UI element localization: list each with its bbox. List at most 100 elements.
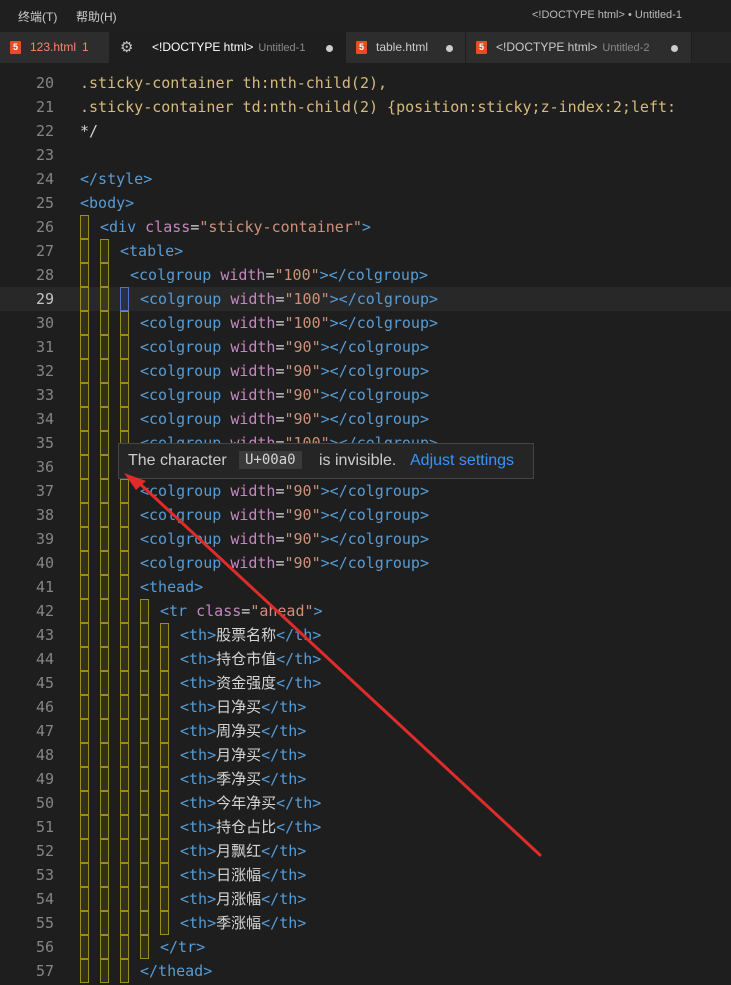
- indent-guide: [80, 719, 89, 743]
- code-line[interactable]: 39 <colgroup width="90"></colgroup>: [0, 527, 731, 551]
- code-line[interactable]: 29 <colgroup width="100"></colgroup>: [0, 287, 731, 311]
- code-token: ></colgroup>: [320, 554, 429, 572]
- code-line[interactable]: 25 <body>: [0, 191, 731, 215]
- line-number: 55: [35, 914, 54, 932]
- problem-count: 1: [82, 40, 89, 54]
- code-line[interactable]: 41 <thead>: [0, 575, 731, 599]
- code-line[interactable]: 47 <th>周净买</th>: [0, 719, 731, 743]
- code-line[interactable]: 51 <th>持仓占比</th>: [0, 815, 731, 839]
- code-line[interactable]: 21 .sticky-container td:nth-child(2) {pos…: [0, 95, 731, 119]
- indent-guide: [160, 863, 169, 887]
- code-token: 持仓市值: [216, 650, 277, 668]
- code-line[interactable]: 32 <colgroup width="90"></colgroup>: [0, 359, 731, 383]
- code-line[interactable]: 52 <th>月飘红</th>: [0, 839, 731, 863]
- code-token: 月涨幅: [216, 890, 262, 908]
- code-token: <colgroup: [140, 314, 231, 332]
- indent-guide: [120, 887, 129, 911]
- tab-label: 123.html: [30, 40, 77, 54]
- code-token: </th>: [261, 890, 307, 908]
- code-line[interactable]: 26 <div class="sticky-container">: [0, 215, 731, 239]
- code-token: =: [275, 314, 285, 332]
- code-line[interactable]: 50 <th>今年净买</th>: [0, 791, 731, 815]
- tab-123-html[interactable]: 5 123.html 1: [0, 32, 110, 63]
- code-token: <th>: [180, 914, 217, 932]
- hover-text-before: The character: [128, 452, 227, 469]
- indent-guide: [140, 599, 149, 623]
- indent-guide: [120, 599, 129, 623]
- code-line[interactable]: 31 <colgroup width="90"></colgroup>: [0, 335, 731, 359]
- menu-help[interactable]: 帮助(H): [76, 8, 117, 25]
- code-line[interactable]: 40 <colgroup width="90"></colgroup>: [0, 551, 731, 575]
- code-line[interactable]: 33 <colgroup width="90"></colgroup>: [0, 383, 731, 407]
- code-token: </th>: [261, 914, 307, 932]
- tab-untitled-1[interactable]: ⚙ <!DOCTYPE html> Untitled-1: [110, 32, 346, 63]
- code-line[interactable]: 55 <th>季涨幅</th>: [0, 911, 731, 935]
- unsaved-dot-icon[interactable]: [326, 45, 333, 52]
- unsaved-dot-icon[interactable]: [671, 45, 678, 52]
- code-line[interactable]: 44 <th>持仓市值</th>: [0, 647, 731, 671]
- menu-terminal[interactable]: 终端(T): [18, 8, 57, 25]
- indent-guide: [100, 815, 109, 839]
- code-text: <th>持仓市值</th>: [180, 647, 321, 671]
- code-line[interactable]: 27 <table>: [0, 239, 731, 263]
- code-line[interactable]: 56 </tr>: [0, 935, 731, 959]
- code-token: width: [230, 362, 276, 380]
- indent-guide: [120, 407, 129, 431]
- line-number: 48: [35, 746, 54, 764]
- adjust-settings-link[interactable]: Adjust settings: [410, 452, 514, 470]
- indent-guide: [80, 551, 89, 575]
- code-token: <colgroup: [140, 362, 231, 380]
- unsaved-dot-icon[interactable]: [446, 45, 453, 52]
- code-line[interactable]: 49 <th>季净买</th>: [0, 767, 731, 791]
- line-number: 42: [35, 602, 54, 620]
- code-line[interactable]: 30 <colgroup width="100"></colgroup>: [0, 311, 731, 335]
- code-line[interactable]: 38 <colgroup width="90"></colgroup>: [0, 503, 731, 527]
- code-line[interactable]: 42 <tr class="ahead">: [0, 599, 731, 623]
- code-line[interactable]: 37 <colgroup width="90"></colgroup>: [0, 479, 731, 503]
- code-line[interactable]: 23: [0, 143, 731, 167]
- code-line[interactable]: 20 .sticky-container th:nth-child(2),: [0, 71, 731, 95]
- code-line[interactable]: 24 </style>: [0, 167, 731, 191]
- tab-table-html[interactable]: 5 table.html: [346, 32, 466, 63]
- indent-guide: [100, 383, 109, 407]
- code-line[interactable]: 28 <colgroup width="100"></colgroup>: [0, 263, 731, 287]
- code-line[interactable]: 53 <th>日涨幅</th>: [0, 863, 731, 887]
- indent-guide: [80, 935, 89, 959]
- line-number: 39: [35, 530, 54, 548]
- line-number: 36: [35, 458, 54, 476]
- code-token: <th>: [180, 698, 217, 716]
- indent-guide: [100, 911, 109, 935]
- indent-guide: [100, 599, 109, 623]
- indent-guide: [120, 527, 129, 551]
- code-line[interactable]: 57 </thead>: [0, 959, 731, 983]
- code-line[interactable]: 48 <th>月净买</th>: [0, 743, 731, 767]
- code-text: <th>股票名称</th>: [180, 623, 321, 647]
- indent-guide: [100, 695, 109, 719]
- code-line[interactable]: 45 <th>资金强度</th>: [0, 671, 731, 695]
- code-token: <th>: [180, 770, 217, 788]
- code-token: ></colgroup>: [320, 362, 429, 380]
- line-number: 27: [35, 242, 54, 260]
- tab-untitled-2[interactable]: 5 <!DOCTYPE html> Untitled-2: [466, 32, 692, 63]
- code-token: <colgroup: [140, 338, 231, 356]
- indent-guide: [160, 743, 169, 767]
- code-line[interactable]: 22 */: [0, 119, 731, 143]
- code-token: ></colgroup>: [320, 410, 429, 428]
- code-editor[interactable]: 20 .sticky-container th:nth-child(2), 21 .s…: [0, 63, 731, 985]
- code-line[interactable]: 34 <colgroup width="90"></colgroup>: [0, 407, 731, 431]
- code-line[interactable]: 46 <th>日净买</th>: [0, 695, 731, 719]
- indent-guide: [80, 479, 89, 503]
- code-token: .sticky-container th:nth-child(2),: [80, 74, 388, 92]
- indent-guide: [100, 791, 109, 815]
- code-token: 日涨幅: [216, 866, 262, 884]
- line-number: 32: [35, 362, 54, 380]
- line-number: 40: [35, 554, 54, 572]
- code-token: </thead>: [140, 962, 213, 980]
- code-line[interactable]: 43 <th>股票名称</th>: [0, 623, 731, 647]
- code-token: "90": [284, 362, 321, 380]
- code-line[interactable]: 54 <th>月涨幅</th>: [0, 887, 731, 911]
- indent-guide: [160, 911, 169, 935]
- code-token: <th>: [180, 890, 217, 908]
- code-token: "90": [284, 338, 321, 356]
- indent-guide: [120, 695, 129, 719]
